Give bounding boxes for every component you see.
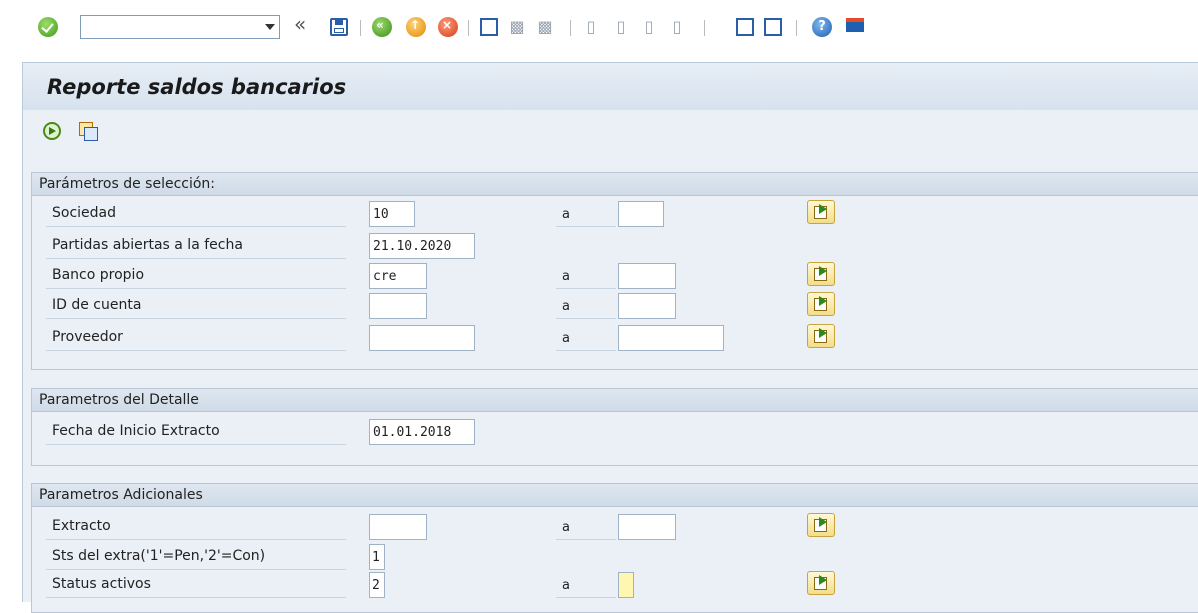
label-underline xyxy=(46,258,346,259)
range-to-label: a xyxy=(562,578,570,593)
collapse-chevron-icon[interactable]: « xyxy=(294,12,306,36)
row-sociedad: Sociedad 10 a xyxy=(32,199,1198,229)
field-label: Sociedad xyxy=(52,205,117,221)
label-underline xyxy=(46,288,346,289)
field-label: Status activos xyxy=(52,576,151,592)
sociedad-from-input[interactable]: 10 xyxy=(369,201,415,227)
application-toolbar xyxy=(22,110,1198,162)
label-underline xyxy=(556,226,616,227)
group-header: Parametros del Detalle xyxy=(32,389,1198,412)
save-icon[interactable] xyxy=(330,18,348,36)
row-banco-propio: Banco propio cre a xyxy=(32,261,1198,291)
system-toolbar: « « ↑ × ▩ ▩ ▯ ▯ ▯ ▯ ? xyxy=(0,0,1198,52)
cuenta-from-input[interactable] xyxy=(369,293,427,319)
group-parametros-detalle: Parametros del Detalle Fecha de Inicio E… xyxy=(31,388,1198,466)
label-underline xyxy=(46,597,346,598)
banco-to-input[interactable] xyxy=(618,263,676,289)
title-bar: Reporte saldos bancarios xyxy=(22,62,1198,110)
group-parametros-seleccion: Parámetros de selección: Sociedad 10 a P… xyxy=(31,172,1198,370)
multiple-selection-button[interactable] xyxy=(807,324,835,348)
field-label: ID de cuenta xyxy=(52,297,142,313)
partidas-fecha-input[interactable]: 21.10.2020 xyxy=(369,233,475,259)
toolbar-separator xyxy=(468,20,469,36)
banco-from-input[interactable]: cre xyxy=(369,263,427,289)
last-page-icon[interactable]: ▯ xyxy=(668,18,686,36)
row-partidas: Partidas abiertas a la fecha 21.10.2020 xyxy=(32,231,1198,261)
sociedad-to-input[interactable] xyxy=(618,201,664,227)
field-label: Banco propio xyxy=(52,267,145,283)
range-to-label: a xyxy=(562,207,570,222)
row-fecha-inicio: Fecha de Inicio Extracto 01.01.2018 xyxy=(32,417,1198,447)
multiple-selection-button[interactable] xyxy=(807,292,835,316)
toolbar-separator xyxy=(704,20,705,36)
group-header: Parametros Adicionales xyxy=(32,484,1198,507)
ok-icon[interactable] xyxy=(38,17,58,37)
execute-icon[interactable] xyxy=(43,122,61,140)
group-header: Parámetros de selección: xyxy=(32,173,1198,196)
first-page-icon[interactable]: ▯ xyxy=(582,18,600,36)
row-sts-extra: Sts del extra('1'=Pen,'2'=Con) 1 xyxy=(32,542,1198,572)
field-label: Extracto xyxy=(52,518,111,534)
row-status-activos: Status activos 2 a xyxy=(32,570,1198,600)
selection-screen: Parámetros de selección: Sociedad 10 a P… xyxy=(22,162,1198,613)
extracto-to-input[interactable] xyxy=(618,514,676,540)
layout-menu-icon[interactable] xyxy=(846,18,864,32)
toolbar-separator xyxy=(570,20,571,36)
label-underline xyxy=(46,226,346,227)
extracto-from-input[interactable] xyxy=(369,514,427,540)
next-page-icon[interactable]: ▯ xyxy=(640,18,658,36)
command-dropdown-icon[interactable] xyxy=(265,24,275,30)
sts-extra-input[interactable]: 1 xyxy=(369,544,385,570)
field-label: Fecha de Inicio Extracto xyxy=(52,423,220,439)
find-icon[interactable]: ▩ xyxy=(508,18,526,36)
label-underline xyxy=(556,350,616,351)
status-activos-from-input[interactable]: 2 xyxy=(369,572,385,598)
range-to-label: a xyxy=(562,520,570,535)
range-to-label: a xyxy=(562,269,570,284)
label-underline xyxy=(46,444,346,445)
cuenta-to-input[interactable] xyxy=(618,293,676,319)
proveedor-from-input[interactable] xyxy=(369,325,475,351)
multiple-selection-button[interactable] xyxy=(807,262,835,286)
multiple-selection-button[interactable] xyxy=(807,513,835,537)
toolbar-separator xyxy=(360,20,361,36)
label-underline xyxy=(556,539,616,540)
toolbar-separator xyxy=(796,20,797,36)
field-label: Partidas abiertas a la fecha xyxy=(52,237,243,253)
label-underline xyxy=(46,350,346,351)
row-id-cuenta: ID de cuenta a xyxy=(32,291,1198,321)
back-icon[interactable]: « xyxy=(372,17,392,37)
command-field[interactable] xyxy=(80,15,280,39)
status-activos-to-input[interactable] xyxy=(618,572,634,598)
label-underline xyxy=(46,539,346,540)
label-underline xyxy=(556,318,616,319)
shortcut-icon[interactable] xyxy=(764,18,782,36)
get-variant-icon[interactable] xyxy=(79,122,98,141)
row-proveedor: Proveedor a xyxy=(32,323,1198,353)
field-label: Sts del extra('1'=Pen,'2'=Con) xyxy=(52,548,266,564)
previous-page-icon[interactable]: ▯ xyxy=(612,18,630,36)
field-label: Proveedor xyxy=(52,329,123,345)
find-next-icon[interactable]: ▩ xyxy=(536,18,554,36)
range-to-label: a xyxy=(562,299,570,314)
print-icon[interactable] xyxy=(480,18,498,36)
fecha-inicio-input[interactable]: 01.01.2018 xyxy=(369,419,475,445)
page-title: Reporte saldos bancarios xyxy=(47,75,347,99)
label-underline xyxy=(556,597,616,598)
help-icon[interactable]: ? xyxy=(812,17,832,37)
new-session-icon[interactable] xyxy=(736,18,754,36)
range-to-label: a xyxy=(562,331,570,346)
row-extracto: Extracto a xyxy=(32,512,1198,542)
label-underline xyxy=(46,318,346,319)
label-underline xyxy=(556,288,616,289)
group-parametros-adicionales: Parametros Adicionales Extracto a Sts de… xyxy=(31,483,1198,613)
proveedor-to-input[interactable] xyxy=(618,325,724,351)
multiple-selection-button[interactable] xyxy=(807,571,835,595)
exit-icon[interactable]: ↑ xyxy=(406,17,426,37)
multiple-selection-button[interactable] xyxy=(807,200,835,224)
cancel-icon[interactable]: × xyxy=(438,17,458,37)
